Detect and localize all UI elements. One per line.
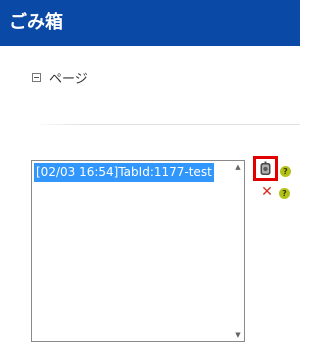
tree-node-label[interactable]: ページ — [49, 68, 88, 87]
list-item[interactable]: [02/03 16:54]TabId:1177-test — [34, 163, 214, 182]
delete-icon[interactable]: ✕ — [260, 184, 274, 200]
restore-button[interactable] — [253, 156, 278, 181]
scrollbar[interactable]: ▲ ▼ — [232, 161, 244, 341]
scroll-up-arrow-icon[interactable]: ▲ — [232, 161, 244, 173]
help-icon[interactable]: ? — [279, 188, 290, 199]
recycle-bin-page: ごみ箱 ページ [02/03 16:54]TabId:1177-test ▲ ▼… — [0, 0, 300, 350]
recycle-bin-listbox[interactable]: [02/03 16:54]TabId:1177-test ▲ ▼ — [31, 160, 245, 342]
collapse-icon[interactable] — [32, 72, 41, 82]
tree-node-page: ページ — [32, 68, 88, 87]
restore-icon — [260, 161, 271, 175]
page-title: ごみ箱 — [0, 0, 300, 46]
scroll-down-arrow-icon[interactable]: ▼ — [232, 329, 244, 341]
divider — [33, 124, 300, 125]
help-icon[interactable]: ? — [280, 166, 291, 177]
